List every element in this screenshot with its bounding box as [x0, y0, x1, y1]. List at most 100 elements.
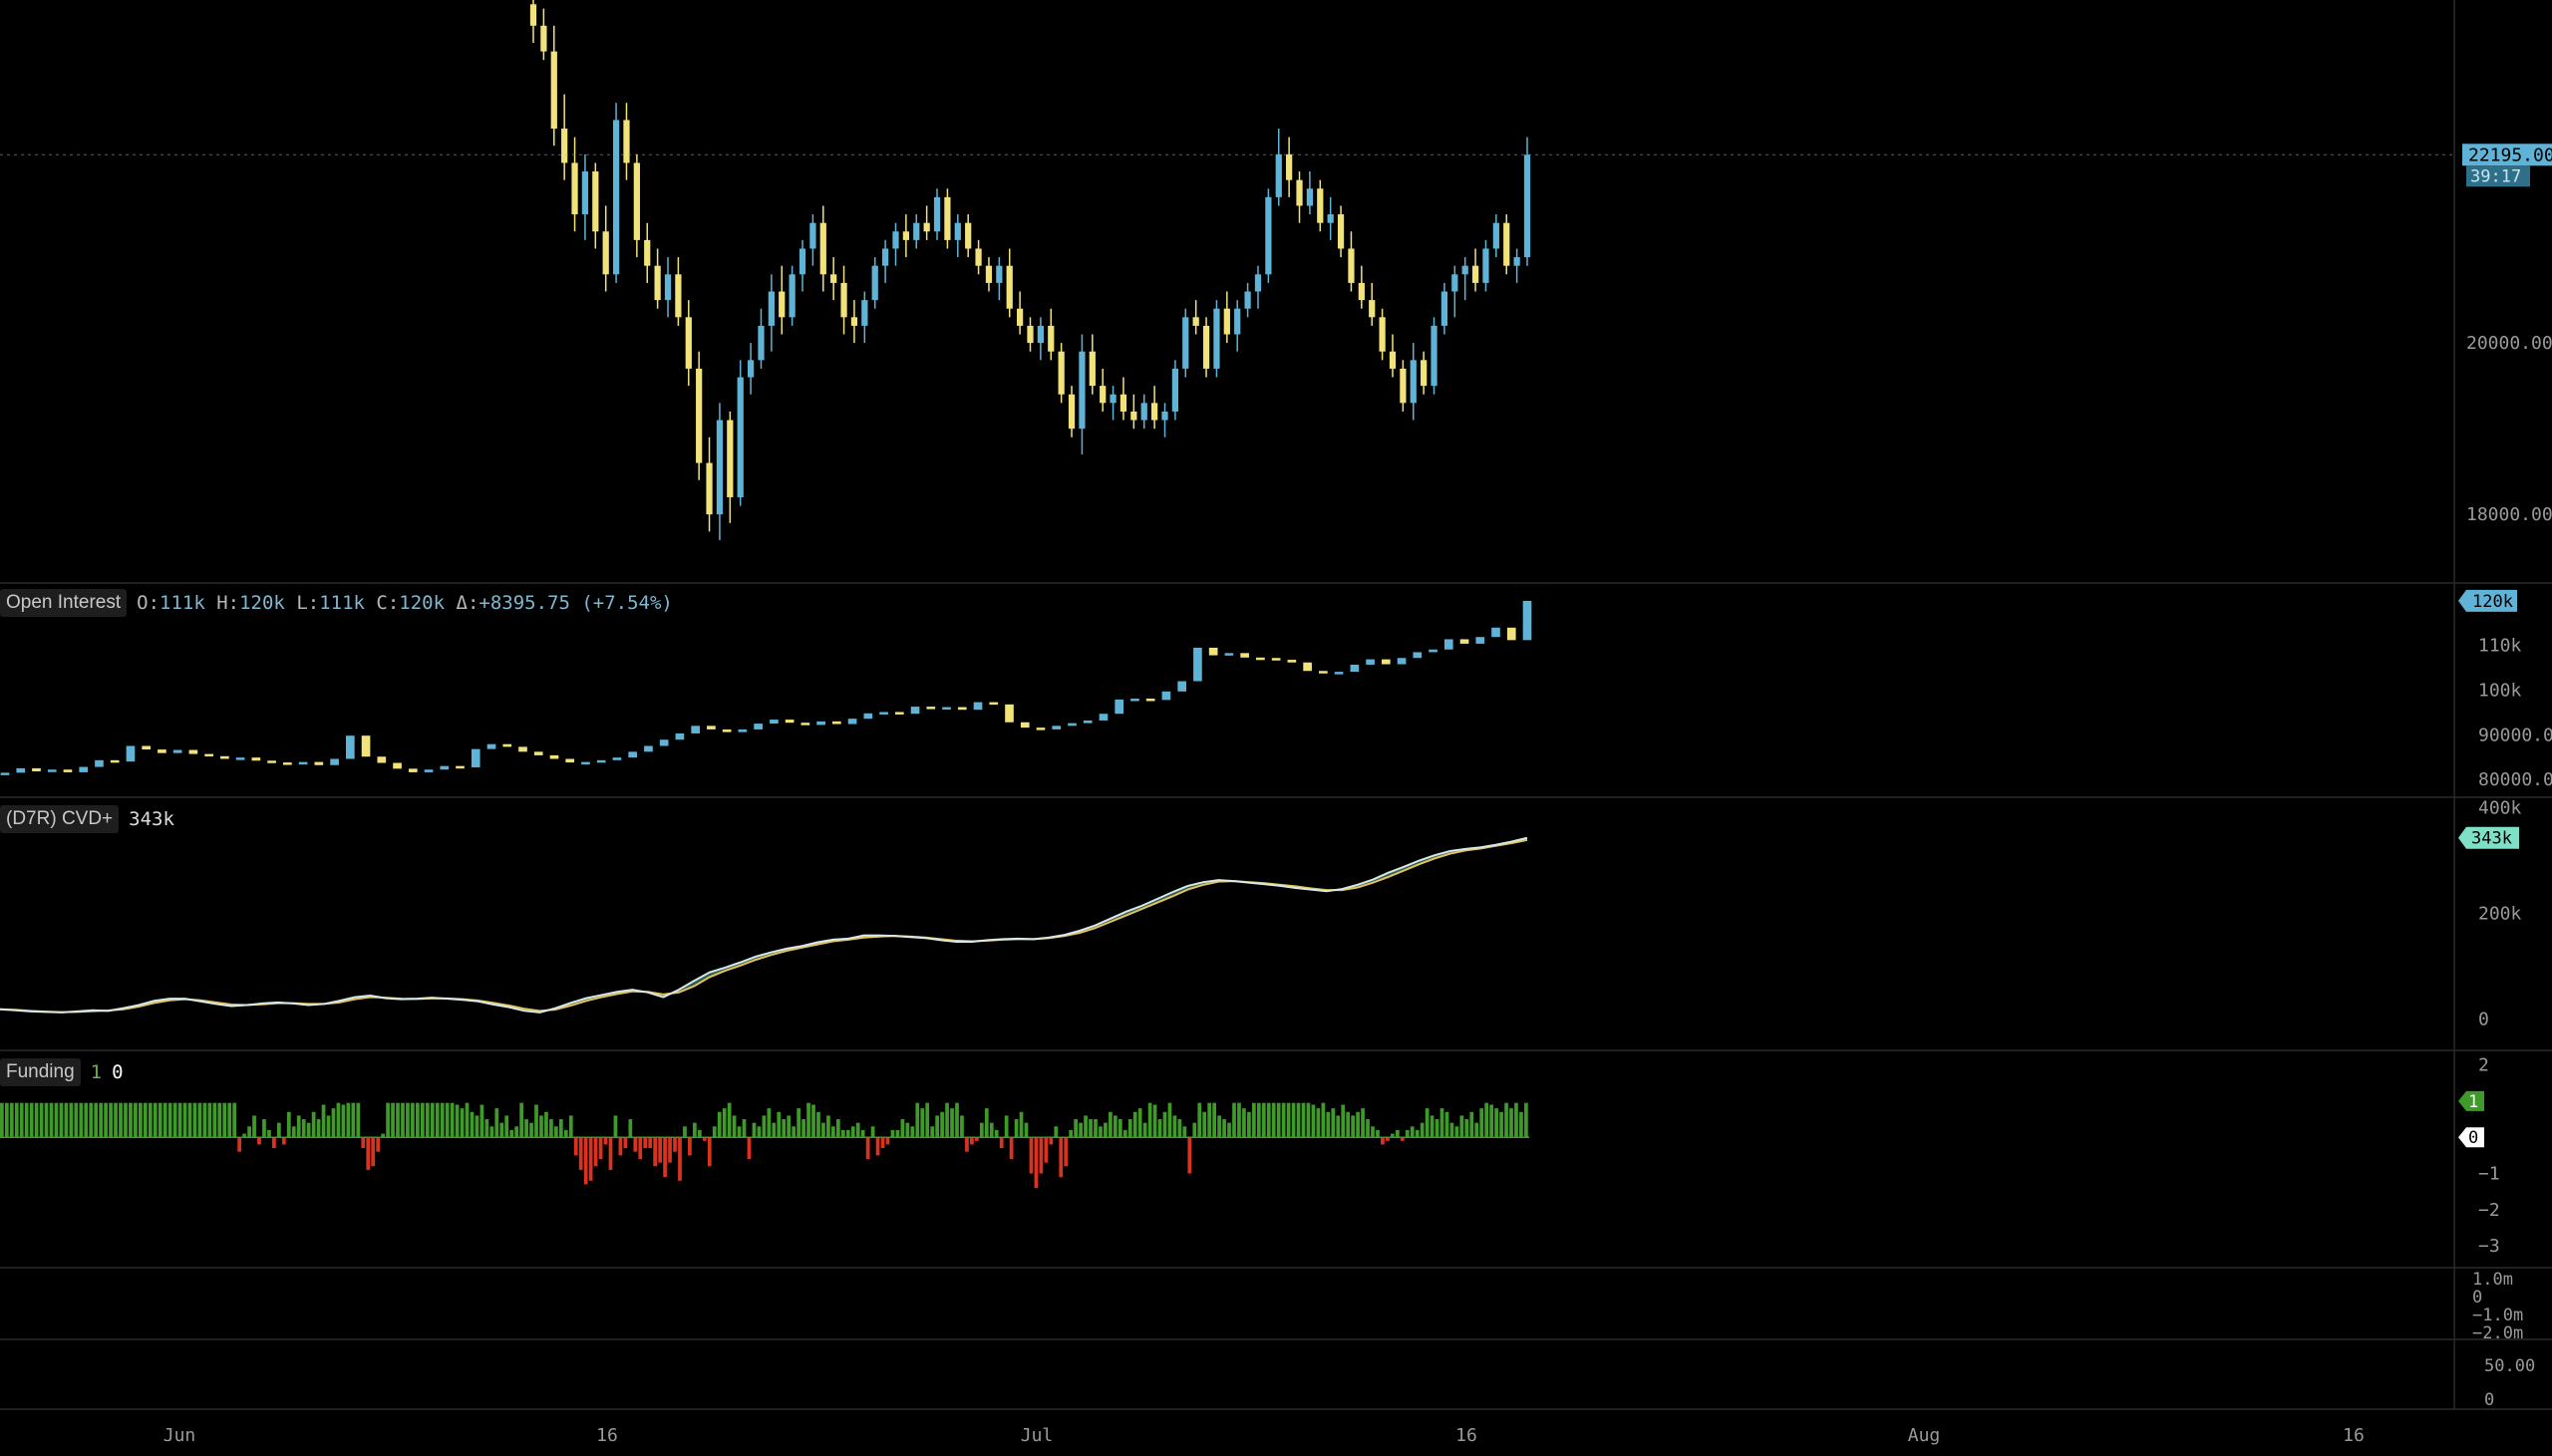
funding-bar [162, 1102, 167, 1138]
funding-bar [351, 1102, 356, 1138]
funding-bar [970, 1137, 974, 1145]
funding-bar [202, 1102, 207, 1138]
candle [1348, 231, 1355, 292]
funding-bar [182, 1102, 187, 1138]
open-interest-title[interactable]: Open Interest [0, 589, 128, 617]
cvd-line [0, 836, 1528, 1014]
funding-bar [668, 1137, 672, 1163]
candle [1389, 334, 1397, 378]
funding-bar [252, 1115, 256, 1138]
funding-bar [158, 1102, 162, 1138]
funding-bar [628, 1119, 633, 1138]
cvd-title[interactable]: (D7R) CVD+ [0, 805, 120, 833]
candle [789, 265, 796, 326]
funding-bar [465, 1102, 470, 1138]
candle [871, 257, 878, 309]
funding-bar [301, 1119, 306, 1138]
funding-bar [603, 1137, 608, 1145]
funding-bar [1039, 1137, 1044, 1174]
funding-bar [1207, 1102, 1212, 1138]
funding-bar [1381, 1137, 1385, 1145]
funding-bar [1430, 1115, 1435, 1138]
funding-bar [1054, 1126, 1059, 1138]
funding-bar [816, 1111, 820, 1138]
candle [529, 0, 537, 44]
funding-bar [455, 1104, 460, 1138]
oi-candle [628, 751, 638, 758]
funding-bar [1172, 1115, 1177, 1138]
oi-candle [879, 712, 888, 715]
oi-delta: +8395.75 [478, 592, 570, 614]
funding-legend: Funding 1 0 [0, 1057, 124, 1087]
funding-bar [588, 1137, 593, 1181]
candle [571, 137, 578, 232]
funding-bar [1024, 1122, 1029, 1138]
oi-tick-label: 110k [2478, 636, 2522, 657]
funding-bar [207, 1102, 212, 1138]
funding-bar [4, 1102, 9, 1138]
funding-bar [1162, 1111, 1167, 1138]
oi-candle [894, 712, 904, 715]
funding-bar [1242, 1108, 1246, 1138]
oi-candle [1287, 660, 1297, 663]
candle [965, 214, 972, 258]
funding-title[interactable]: Funding [0, 1058, 81, 1086]
candle [685, 300, 692, 387]
funding-bar [0, 1102, 4, 1138]
oi-candle [377, 756, 387, 763]
funding-bar [558, 1119, 563, 1138]
funding-bar [316, 1119, 321, 1138]
funding-bar [1321, 1102, 1326, 1138]
funding-bar [717, 1111, 722, 1138]
candle [1048, 308, 1055, 361]
funding-bar [59, 1102, 64, 1138]
funding-bar [267, 1129, 271, 1138]
oi-candle [1130, 699, 1139, 702]
candle [1244, 282, 1251, 318]
funding-bar [1311, 1104, 1316, 1138]
funding-bar [1247, 1111, 1251, 1138]
candle [1016, 291, 1024, 335]
candle [913, 214, 920, 249]
funding-bar [742, 1119, 747, 1138]
candle [1027, 317, 1034, 352]
funding-bar [539, 1115, 543, 1138]
funding-bar [1222, 1119, 1226, 1138]
candle [1286, 137, 1293, 197]
candle [1119, 377, 1127, 421]
funding-bar [445, 1102, 450, 1138]
oi-candle [832, 721, 841, 725]
funding-bar [1094, 1119, 1098, 1138]
oi-candle [1099, 714, 1109, 721]
funding-bar [519, 1102, 523, 1138]
trading-chart[interactable]: 18000.00 20000.00 22195.0039:17 110k 100k 900… [0, 0, 2552, 1456]
funding-bar [24, 1102, 29, 1138]
candle [1161, 403, 1168, 437]
funding-bar [895, 1129, 900, 1138]
funding-bar [845, 1129, 850, 1138]
funding-bar [148, 1102, 153, 1138]
funding-bar [1074, 1119, 1078, 1138]
funding-bar [1109, 1111, 1113, 1138]
oi-candle [581, 761, 590, 765]
funding-bar [99, 1102, 104, 1138]
funding-bar [134, 1102, 138, 1138]
oi-candle [486, 743, 496, 749]
funding-bar [1157, 1119, 1162, 1138]
funding-bar [618, 1137, 623, 1156]
funding-tick-label: 2 [2478, 1055, 2489, 1076]
funding-bar [1519, 1111, 1523, 1138]
funding-bar [1004, 1115, 1009, 1138]
funding-bar [311, 1111, 316, 1138]
x-tick-label: 16 [2343, 1425, 2365, 1446]
candle [1379, 308, 1386, 361]
funding-bar [563, 1129, 568, 1138]
funding-bar [396, 1102, 400, 1138]
funding-bar [1019, 1111, 1024, 1138]
candle [840, 265, 847, 335]
funding-bar [544, 1111, 548, 1138]
oi-tick-label: 100k [2478, 681, 2522, 702]
funding-bar [1113, 1115, 1117, 1138]
funding-bar [850, 1126, 855, 1138]
funding-bar [277, 1122, 281, 1138]
